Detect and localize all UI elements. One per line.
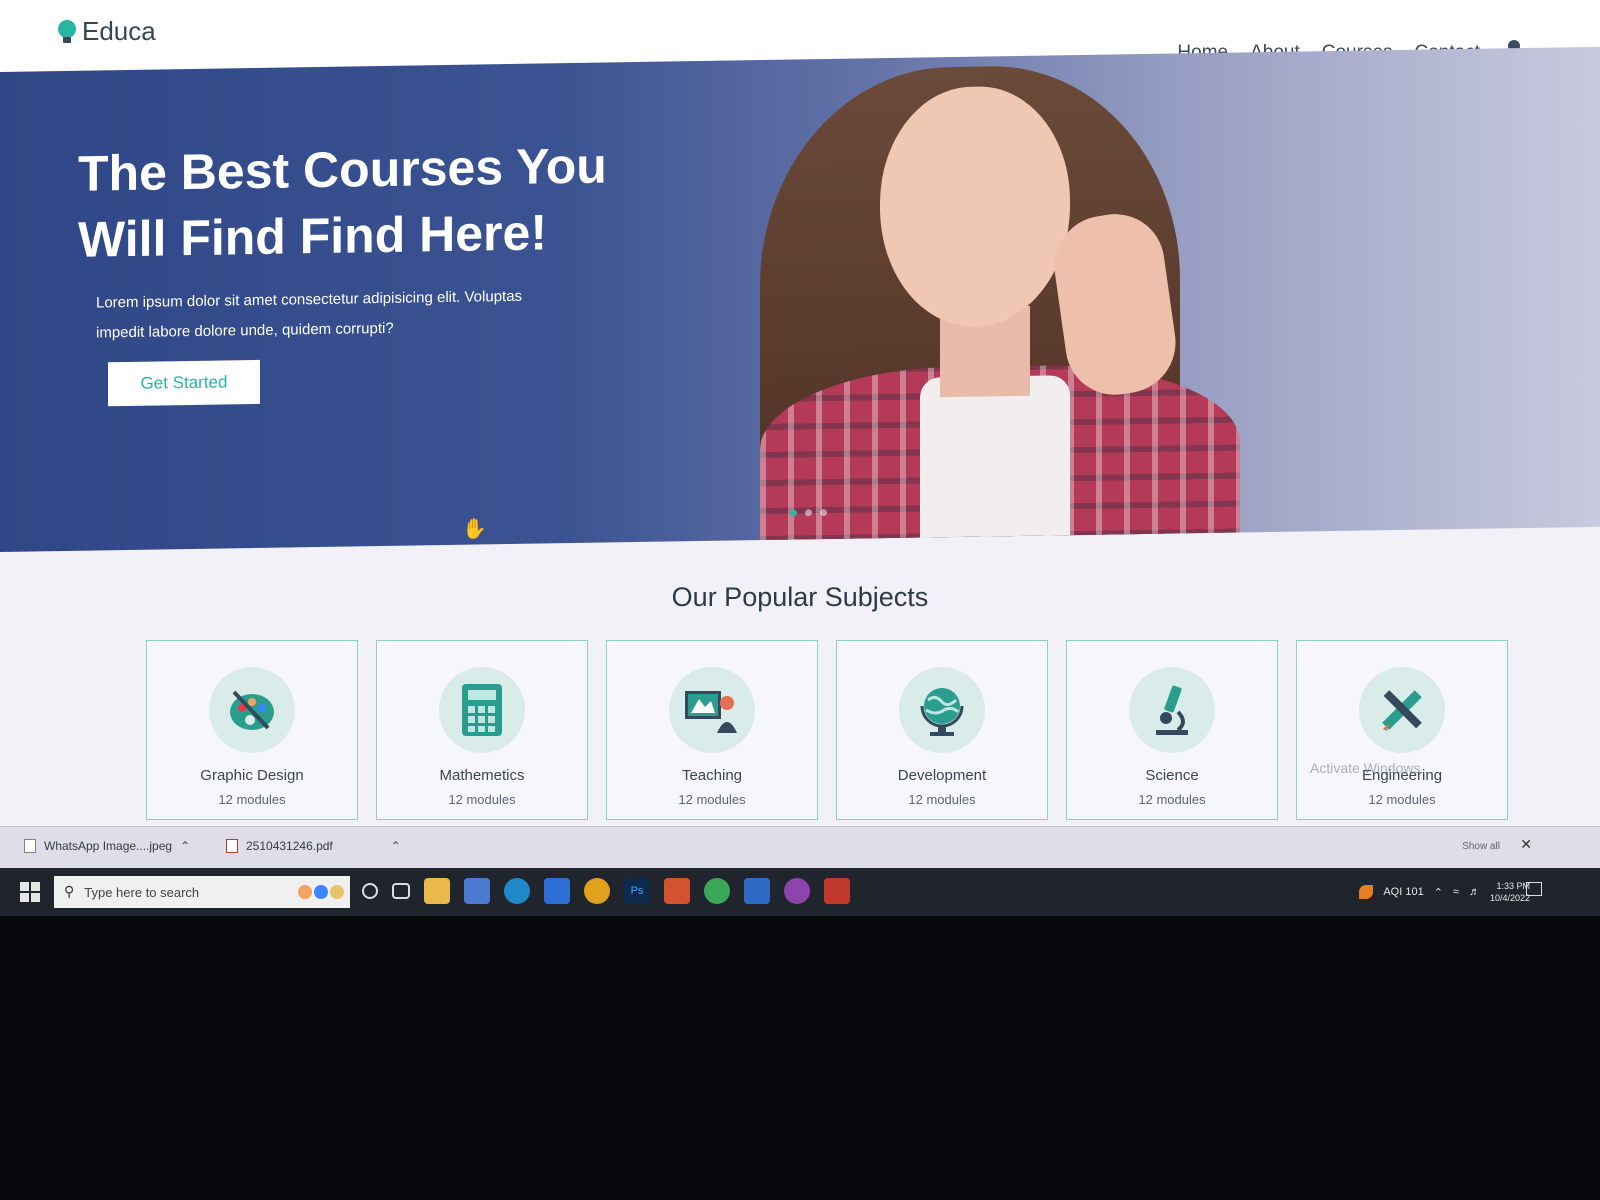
- download-item[interactable]: WhatsApp Image....jpeg ⌃: [24, 839, 190, 853]
- subject-modules: 12 modules: [1138, 792, 1206, 807]
- microscope-icon: [1129, 667, 1215, 753]
- lightbulb-icon: [58, 19, 76, 44]
- taskbar-apps: Ps: [362, 878, 850, 904]
- show-all-link[interactable]: Show all: [1462, 841, 1500, 852]
- powerpoint-icon[interactable]: [664, 878, 690, 904]
- file-explorer-icon[interactable]: [424, 878, 450, 904]
- download-bar: WhatsApp Image....jpeg ⌃ 2510431246.pdf …: [0, 826, 1600, 870]
- aqi-leaf-icon: [1359, 885, 1374, 899]
- subject-modules: 12 modules: [1368, 792, 1436, 807]
- cortana-icon[interactable]: [362, 883, 378, 899]
- windows-start-icon[interactable]: [20, 882, 40, 902]
- search-placeholder: Type here to search: [84, 884, 200, 900]
- subject-card-science[interactable]: Science 12 modules: [1066, 640, 1278, 820]
- calendar-icon[interactable]: [464, 878, 490, 904]
- hero-banner: The Best Courses You Will Find Find Here…: [0, 46, 1600, 552]
- subject-name: Development: [897, 767, 987, 784]
- subject-card-teaching[interactable]: Teaching 12 modules: [606, 640, 818, 820]
- chrome-profile-icon[interactable]: [784, 878, 810, 904]
- hero-title: The Best Courses You Will Find Find Here…: [78, 137, 607, 268]
- chevron-up-icon[interactable]: ⌃: [180, 839, 190, 853]
- subject-card-graphic-design[interactable]: Graphic Design 12 modules: [146, 640, 358, 820]
- app-icon[interactable]: [744, 878, 770, 904]
- mail-icon[interactable]: [544, 878, 570, 904]
- subject-modules: 12 modules: [448, 792, 516, 807]
- subject-name: Teaching: [681, 767, 743, 784]
- download-item[interactable]: 2510431246.pdf ⌃: [226, 839, 401, 853]
- get-started-button[interactable]: Get Started: [108, 359, 260, 407]
- carousel-dot[interactable]: [790, 509, 797, 517]
- search-icon: ⚲: [64, 884, 75, 900]
- subject-card-engineering[interactable]: Engineering 12 modules: [1296, 640, 1508, 820]
- chevron-up-icon[interactable]: ⌃: [1434, 886, 1443, 899]
- taskbar-search[interactable]: ⚲ Type here to search: [54, 876, 350, 908]
- acrobat-icon[interactable]: [824, 878, 850, 904]
- subject-name: Science: [1145, 767, 1199, 784]
- calculator-icon: [439, 667, 525, 753]
- aqi-reading[interactable]: AQI 101: [1383, 886, 1423, 898]
- globe-icon: [899, 667, 985, 753]
- chrome-icon[interactable]: [704, 878, 730, 904]
- monitor-screen: Educa Home About Courses Contact The Bes…: [0, 0, 1600, 920]
- search-highlight-icon: [298, 885, 344, 899]
- download-file-name: WhatsApp Image....jpeg: [44, 839, 173, 853]
- subject-modules: 12 modules: [218, 792, 286, 807]
- volume-icon[interactable]: ♬: [1469, 886, 1480, 898]
- carousel-dot[interactable]: [805, 509, 812, 517]
- subjects-title: Our Popular Subjects: [671, 582, 929, 612]
- subject-name: Mathemetics: [439, 767, 525, 784]
- logo[interactable]: Educa: [58, 16, 156, 47]
- hero-image: [700, 62, 1300, 552]
- subject-modules: 12 modules: [908, 792, 976, 807]
- subject-modules: 12 modules: [678, 792, 746, 807]
- task-view-icon[interactable]: [392, 883, 410, 899]
- photoshop-icon[interactable]: Ps: [624, 878, 650, 904]
- carousel-dot[interactable]: [820, 509, 827, 517]
- chrome-icon[interactable]: [584, 878, 610, 904]
- palette-icon: [209, 667, 295, 753]
- subject-card-mathematics[interactable]: Mathemetics 12 modules: [376, 640, 588, 820]
- download-file-name: 2510431246.pdf: [246, 839, 333, 853]
- monitor-bezel: [0, 916, 1600, 1200]
- teacher-board-icon: [669, 667, 755, 753]
- subject-card-development[interactable]: Development 12 modules: [836, 640, 1048, 820]
- clock-time: 1:33 PM: [1496, 881, 1530, 891]
- pencil-ruler-icon: [1359, 667, 1445, 753]
- close-icon[interactable]: ✕: [1520, 837, 1532, 853]
- wifi-icon[interactable]: ≈: [1453, 886, 1459, 898]
- hero-text: Lorem ipsum dolor sit amet consectetur a…: [96, 287, 523, 342]
- pdf-file-icon: [226, 839, 238, 853]
- carousel-dots: [790, 509, 827, 517]
- image-file-icon: [24, 839, 36, 853]
- taskbar: ⚲ Type here to search Ps AQI 101 ⌃ ≈ ♬ 1…: [0, 868, 1600, 916]
- notification-icon[interactable]: [1526, 882, 1542, 896]
- clock-date: 10/4/2022: [1489, 893, 1530, 903]
- system-tray: AQI 101 ⌃ ≈ ♬ 1:33 PM 10/4/2022: [1359, 880, 1530, 904]
- chevron-up-icon[interactable]: ⌃: [391, 839, 401, 853]
- subject-name: Graphic Design: [200, 767, 304, 784]
- edge-icon[interactable]: [504, 878, 530, 904]
- subjects-list: Graphic Design 12 modules Mathemetics 12…: [146, 640, 1508, 820]
- windows-activation-watermark: Activate Windows: [1310, 760, 1421, 776]
- hand-cursor-icon: ✋: [462, 516, 487, 541]
- clock[interactable]: 1:33 PM 10/4/2022: [1490, 880, 1530, 904]
- brand-name: Educa: [82, 16, 156, 46]
